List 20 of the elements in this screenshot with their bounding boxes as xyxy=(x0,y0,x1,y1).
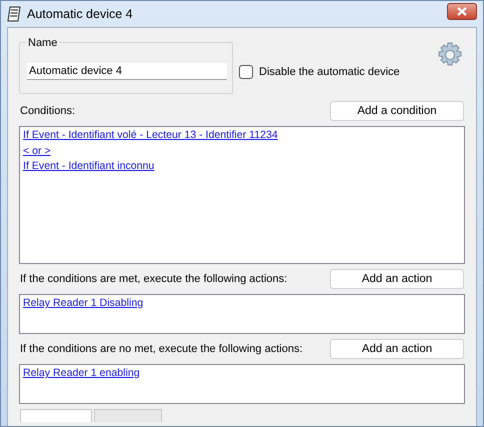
name-field[interactable]: Automatic device 4 xyxy=(27,63,227,80)
group-legend: Name xyxy=(26,37,60,49)
add-button[interactable]: Add an action xyxy=(330,269,464,289)
rule-link[interactable]: < or > xyxy=(23,144,51,156)
rule-link[interactable]: Relay Reader 1 enabling xyxy=(23,367,140,379)
add-button[interactable]: Add a condition xyxy=(330,101,464,121)
window-title: Automatic device 4 xyxy=(27,7,133,21)
gear-icon xyxy=(437,42,463,68)
section-label: If the conditions are no met, execute the following actions: xyxy=(20,343,302,355)
close-button[interactable] xyxy=(447,2,477,20)
document-icon xyxy=(7,6,21,22)
section-label: Conditions: xyxy=(20,105,76,117)
section-label: If the conditions are met, execute the following actions: xyxy=(20,273,288,285)
rule-link[interactable]: If Event - Identifiant volé - Lecteur 13 - Identifier 11234 xyxy=(23,129,278,141)
rule-link[interactable]: Relay Reader 1 Disabling xyxy=(23,297,144,309)
rule-link[interactable]: If Event - Identifiant inconnu xyxy=(23,160,154,172)
add-button[interactable]: Add an action xyxy=(330,339,464,359)
checkbox[interactable] xyxy=(239,65,253,79)
close-icon xyxy=(457,6,467,16)
disable-checkbox[interactable]: Disable the automatic device xyxy=(239,65,400,79)
